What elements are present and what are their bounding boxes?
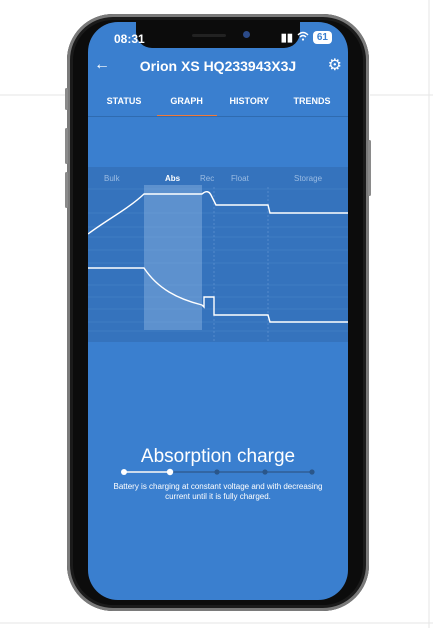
- phase-label-storage: Storage: [294, 174, 323, 183]
- tab-bar: STATUS GRAPH HISTORY TRENDS: [88, 92, 348, 117]
- tab-trends[interactable]: TRENDS: [282, 92, 342, 116]
- charge-curve-graph: [88, 185, 348, 342]
- absorption-highlight: [144, 185, 202, 330]
- phase-label-absorption: Abs: [165, 174, 181, 183]
- app-bar: ← Orion XS HQ233943X3J ⚙: [88, 52, 348, 90]
- phase-title: Absorption charge: [140, 446, 296, 467]
- status-time: 08:31: [114, 32, 145, 46]
- gear-icon[interactable]: ⚙: [328, 55, 342, 75]
- camera-dot: [243, 31, 250, 38]
- tab-graph[interactable]: GRAPH: [156, 92, 217, 117]
- volume-down-button: [65, 172, 68, 208]
- tab-divider: [88, 116, 348, 117]
- page-title: Orion XS HQ233943X3J: [139, 58, 297, 74]
- volume-up-button: [65, 128, 68, 164]
- mute-switch: [65, 88, 68, 110]
- wifi-icon: [297, 31, 309, 44]
- signal-icon: ▮▮: [280, 32, 293, 44]
- speaker-grille: [192, 34, 226, 37]
- phase-description: Battery is charging at constant voltage …: [113, 482, 323, 501]
- status-icons: ▮▮ 61: [281, 31, 332, 44]
- phase-label-float: Float: [231, 174, 249, 183]
- phone-screen: 08:31 ▮▮ 61 ← Orion XS HQ233943X3J ⚙ STA…: [88, 22, 348, 600]
- tab-history[interactable]: HISTORY: [219, 92, 279, 116]
- phase-label-bulk: Bulk: [104, 174, 120, 183]
- battery-indicator: 61: [312, 31, 332, 44]
- phase-label-recondition: Rec: [200, 174, 215, 183]
- notch: [136, 22, 300, 48]
- tab-status[interactable]: STATUS: [94, 92, 154, 116]
- phase-stepper: [121, 468, 315, 476]
- power-button: [368, 140, 371, 196]
